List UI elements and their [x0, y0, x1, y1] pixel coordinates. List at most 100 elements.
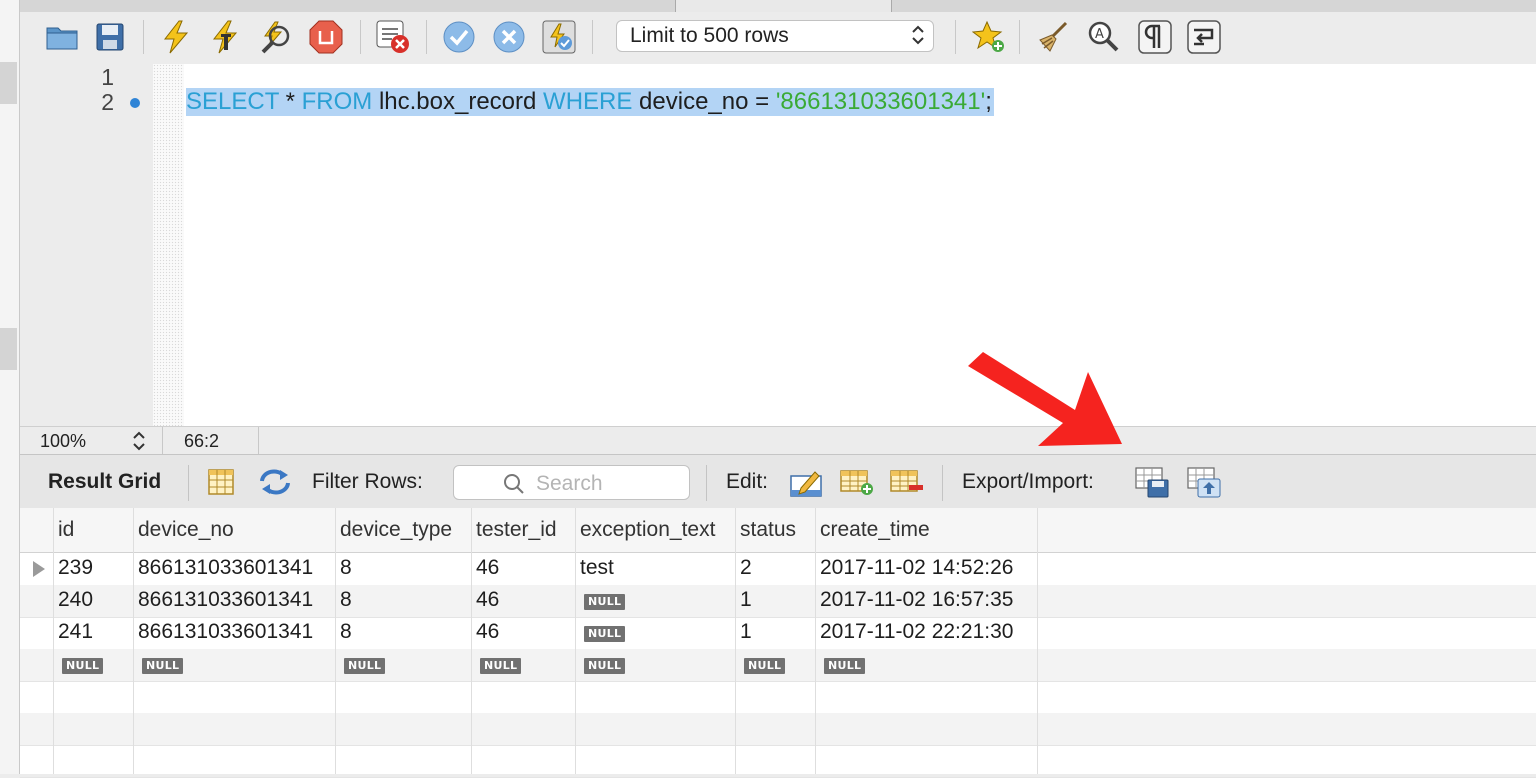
- invisible-chars-icon[interactable]: [1137, 19, 1173, 55]
- wrap-lines-icon[interactable]: [1186, 19, 1222, 55]
- left-panel-marker: [0, 62, 17, 104]
- empty-row: [20, 681, 1536, 714]
- cell-device-type[interactable]: 8: [340, 588, 352, 612]
- sql-text: lhc.box_record: [372, 88, 544, 115]
- filter-rows-search-input[interactable]: Search: [453, 465, 690, 500]
- cell-device-type[interactable]: 8: [340, 620, 352, 644]
- new-row-placeholder[interactable]: NULL NULL NULL NULL NULL NULL NULL: [20, 649, 1536, 682]
- editor-status-bar: 100% 66:2: [20, 426, 1536, 455]
- rollback-icon[interactable]: [491, 19, 527, 55]
- fold-margin: [153, 64, 184, 426]
- column-header-device-type[interactable]: device_type: [340, 518, 452, 542]
- null-badge[interactable]: NULL: [480, 658, 522, 674]
- sql-editor[interactable]: 1 2 SELECT * FROM lhc.box_record WHERE d…: [20, 64, 1536, 426]
- cell-create-time[interactable]: 2017-11-02 22:21:30: [820, 620, 1013, 644]
- execute-icon[interactable]: [158, 19, 194, 55]
- result-toolbar: Result Grid Filter Rows: Search Edit: Ex…: [20, 454, 1536, 510]
- sql-keyword: FROM: [301, 88, 373, 115]
- edit-label: Edit:: [726, 470, 769, 493]
- import-icon[interactable]: [1186, 465, 1222, 499]
- limit-rows-value: Limit to 500 rows: [630, 24, 789, 47]
- cell-exception-text[interactable]: test: [580, 556, 614, 580]
- autocommit-icon[interactable]: [541, 19, 577, 55]
- find-icon[interactable]: A: [1085, 19, 1121, 55]
- sql-editor-toolbar: Limit to 500 rows A: [20, 12, 1536, 65]
- cell-device-no[interactable]: 866131033601341: [138, 556, 313, 580]
- cell-create-time[interactable]: 2017-11-02 16:57:35: [820, 588, 1013, 612]
- cell-device-no[interactable]: 866131033601341: [138, 588, 313, 612]
- result-grid-tab[interactable]: Result Grid: [48, 470, 161, 494]
- export-icon[interactable]: [1134, 465, 1170, 499]
- cell-tester-id[interactable]: 46: [476, 588, 499, 612]
- left-panel-marker: [0, 328, 17, 370]
- add-snippet-icon[interactable]: [971, 19, 1007, 55]
- sql-text: device_no =: [632, 88, 776, 115]
- open-folder-icon[interactable]: [44, 19, 80, 55]
- zoom-level[interactable]: 100%: [40, 431, 86, 452]
- delete-row-icon[interactable]: [889, 465, 925, 499]
- table-row[interactable]: 240 866131033601341 8 46 NULL 1 2017-11-…: [20, 585, 1536, 618]
- cell-create-time[interactable]: 2017-11-02 14:52:26: [820, 556, 1013, 580]
- svg-text:A: A: [1095, 27, 1104, 42]
- cell-status[interactable]: 2: [740, 556, 752, 580]
- null-badge[interactable]: NULL: [584, 626, 626, 642]
- sql-keyword: SELECT: [186, 88, 279, 115]
- column-header-tester-id[interactable]: tester_id: [476, 518, 557, 542]
- explain-icon[interactable]: [258, 19, 294, 55]
- zoom-chevron-icon[interactable]: [132, 430, 146, 452]
- filter-rows-label: Filter Rows:: [312, 470, 423, 493]
- statement-marker[interactable]: [130, 98, 140, 108]
- limit-rows-select[interactable]: Limit to 500 rows: [616, 20, 934, 52]
- search-icon: [504, 474, 524, 494]
- sql-text: ;: [985, 88, 992, 115]
- left-panel-edge: [0, 0, 20, 774]
- cell-status[interactable]: 1: [740, 620, 752, 644]
- cell-device-no[interactable]: 866131033601341: [138, 620, 313, 644]
- sql-string: '866131033601341': [775, 88, 986, 115]
- cell-status[interactable]: 1: [740, 588, 752, 612]
- cursor-position: 66:2: [184, 431, 220, 451]
- column-header-exception-text[interactable]: exception_text: [580, 518, 715, 542]
- execute-current-icon[interactable]: [208, 19, 244, 55]
- commit-icon[interactable]: [441, 19, 477, 55]
- edit-row-icon[interactable]: [789, 465, 825, 499]
- save-icon[interactable]: [92, 19, 128, 55]
- cell-id[interactable]: 240: [58, 588, 93, 612]
- search-placeholder: Search: [536, 472, 603, 495]
- active-query-tab[interactable]: [675, 0, 892, 12]
- cell-id[interactable]: 239: [58, 556, 93, 580]
- table-row[interactable]: 241 866131033601341 8 46 NULL 1 2017-11-…: [20, 617, 1536, 650]
- null-badge[interactable]: NULL: [344, 658, 386, 674]
- up-down-chevron-icon: [912, 25, 924, 45]
- null-badge[interactable]: NULL: [584, 594, 626, 610]
- add-row-icon[interactable]: [839, 465, 875, 499]
- cell-device-type[interactable]: 8: [340, 556, 352, 580]
- empty-row: [20, 713, 1536, 746]
- null-badge[interactable]: NULL: [584, 658, 626, 674]
- beautify-icon[interactable]: [1035, 19, 1071, 55]
- column-header-status[interactable]: status: [740, 518, 796, 542]
- sql-text: *: [278, 88, 302, 115]
- empty-row: [20, 745, 1536, 778]
- null-badge[interactable]: NULL: [142, 658, 184, 674]
- null-badge[interactable]: NULL: [744, 658, 786, 674]
- sql-keyword: WHERE: [543, 88, 633, 115]
- null-badge[interactable]: NULL: [62, 658, 104, 674]
- line-number: 1: [101, 64, 114, 90]
- result-grid[interactable]: id device_no device_type tester_id excep…: [20, 508, 1536, 778]
- export-import-label: Export/Import:: [962, 470, 1094, 493]
- cell-id[interactable]: 241: [58, 620, 93, 644]
- table-row[interactable]: 239 866131033601341 8 46 test 2 2017-11-…: [20, 553, 1536, 586]
- column-header-create-time[interactable]: create_time: [820, 518, 930, 542]
- column-header-id[interactable]: id: [58, 518, 74, 542]
- stop-icon[interactable]: [308, 19, 344, 55]
- line-number-gutter: 1 2: [20, 64, 153, 426]
- toggle-continue-on-error-icon[interactable]: [375, 19, 411, 55]
- cell-tester-id[interactable]: 46: [476, 556, 499, 580]
- null-badge[interactable]: NULL: [824, 658, 866, 674]
- cell-tester-id[interactable]: 46: [476, 620, 499, 644]
- sql-statement[interactable]: SELECT * FROM lhc.box_record WHERE devic…: [186, 88, 994, 116]
- column-toggle-icon[interactable]: [203, 465, 239, 499]
- column-header-device-no[interactable]: device_no: [138, 518, 234, 542]
- refresh-icon[interactable]: [257, 465, 293, 499]
